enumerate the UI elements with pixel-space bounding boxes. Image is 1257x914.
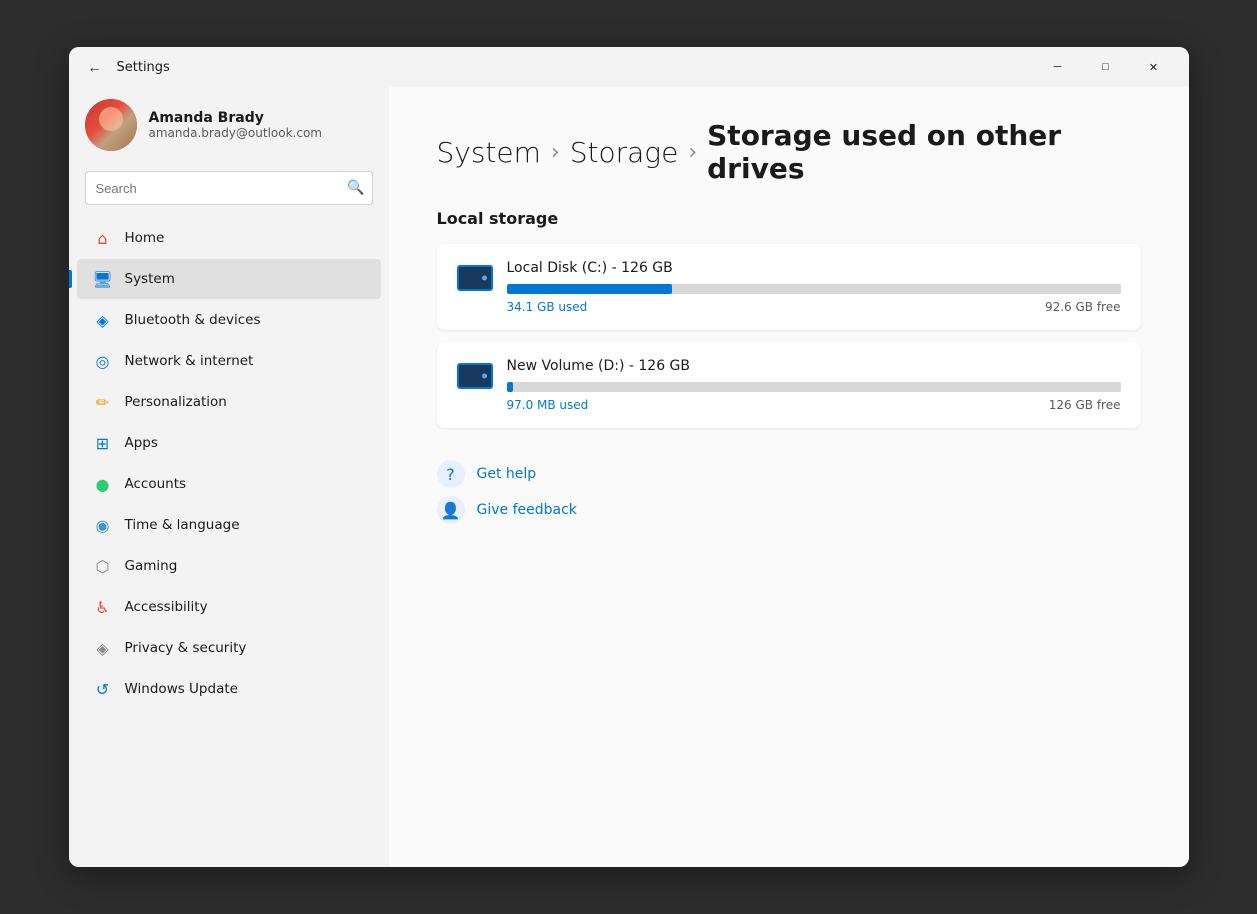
give-feedback-link[interactable]: 👤 Give feedback: [437, 496, 1141, 524]
title-bar-left: ← Settings: [81, 53, 1035, 81]
breadcrumb-sep-1: ›: [551, 140, 560, 165]
drive-used-0: 34.1 GB used: [507, 300, 588, 314]
sidebar-label-accessibility: Accessibility: [125, 599, 208, 615]
sidebar: Amanda Brady amanda.brady@outlook.com 🔍 …: [69, 87, 389, 867]
sidebar-label-personalization: Personalization: [125, 394, 227, 410]
sidebar-label-home: Home: [125, 230, 165, 246]
drive-used-1: 97.0 MB used: [507, 398, 589, 412]
search-input[interactable]: [85, 171, 373, 205]
give-feedback-icon: 👤: [437, 496, 465, 524]
sidebar-item-gaming[interactable]: ⬡ Gaming: [77, 546, 381, 586]
sidebar-item-network[interactable]: ◎ Network & internet: [77, 341, 381, 381]
user-name: Amanda Brady: [149, 110, 322, 126]
sidebar-item-apps[interactable]: ⊞ Apps: [77, 423, 381, 463]
get-help-icon: ?: [437, 460, 465, 488]
personalization-icon: ✏: [93, 392, 113, 412]
hdd-graphic-1: [457, 363, 493, 389]
get-help-label: Get help: [477, 466, 537, 482]
drive-icon-1: [457, 358, 493, 394]
drive-info-0: Local Disk (C:) - 126 GB 34.1 GB used 92…: [507, 260, 1121, 314]
update-icon: ↺: [93, 679, 113, 699]
sidebar-label-accounts: Accounts: [125, 476, 187, 492]
network-icon: ◎: [93, 351, 113, 371]
sidebar-label-privacy: Privacy & security: [125, 640, 247, 656]
maximize-button[interactable]: □: [1083, 51, 1129, 83]
breadcrumb-system: System: [437, 136, 541, 169]
system-icon: 🖥: [93, 269, 113, 289]
close-button[interactable]: ✕: [1131, 51, 1177, 83]
breadcrumb-sep-2: ›: [688, 140, 697, 165]
breadcrumb-storage: Storage: [570, 136, 679, 169]
sidebar-label-apps: Apps: [125, 435, 158, 451]
accessibility-icon: ♿: [93, 597, 113, 617]
window-title: Settings: [117, 60, 170, 75]
time-icon: ◉: [93, 515, 113, 535]
drive-free-0: 92.6 GB free: [1045, 300, 1121, 314]
user-email: amanda.brady@outlook.com: [149, 126, 322, 140]
settings-window: ← Settings ─ □ ✕ Amanda Brady amanda.bra…: [69, 47, 1189, 867]
sidebar-item-time[interactable]: ◉ Time & language: [77, 505, 381, 545]
drive-name-1: New Volume (D:) - 126 GB: [507, 358, 1121, 374]
privacy-icon: ◈: [93, 638, 113, 658]
gaming-icon: ⬡: [93, 556, 113, 576]
sidebar-item-privacy[interactable]: ◈ Privacy & security: [77, 628, 381, 668]
breadcrumb-current: Storage used on other drives: [707, 119, 1140, 185]
get-help-link[interactable]: ? Get help: [437, 460, 1141, 488]
avatar-image: [85, 99, 137, 151]
drive-stats-1: 97.0 MB used 126 GB free: [507, 398, 1121, 412]
sidebar-item-personalization[interactable]: ✏ Personalization: [77, 382, 381, 422]
breadcrumb: System › Storage › Storage used on other…: [437, 119, 1141, 185]
drive-free-1: 126 GB free: [1049, 398, 1121, 412]
drive-bar-wrap-1: [507, 382, 1121, 392]
help-section: ? Get help 👤 Give feedback: [437, 460, 1141, 524]
drive-info-1: New Volume (D:) - 126 GB 97.0 MB used 12…: [507, 358, 1121, 412]
drives-list: Local Disk (C:) - 126 GB 34.1 GB used 92…: [437, 244, 1141, 428]
drive-name-0: Local Disk (C:) - 126 GB: [507, 260, 1121, 276]
sidebar-label-bluetooth: Bluetooth & devices: [125, 312, 261, 328]
sidebar-item-bluetooth[interactable]: ◈ Bluetooth & devices: [77, 300, 381, 340]
sidebar-item-update[interactable]: ↺ Windows Update: [77, 669, 381, 709]
drive-bar-wrap-0: [507, 284, 1121, 294]
minimize-button[interactable]: ─: [1035, 51, 1081, 83]
back-button[interactable]: ←: [81, 53, 109, 81]
nav-list: ⌂ Home 🖥 System ◈ Bluetooth & devices ◎ …: [69, 217, 389, 710]
drive-stats-0: 34.1 GB used 92.6 GB free: [507, 300, 1121, 314]
window-controls: ─ □ ✕: [1035, 51, 1177, 83]
hdd-graphic-0: [457, 265, 493, 291]
drive-card-1[interactable]: New Volume (D:) - 126 GB 97.0 MB used 12…: [437, 342, 1141, 428]
user-info: Amanda Brady amanda.brady@outlook.com: [149, 110, 322, 140]
title-bar: ← Settings ─ □ ✕: [69, 47, 1189, 87]
sidebar-item-home[interactable]: ⌂ Home: [77, 218, 381, 258]
drive-card-0[interactable]: Local Disk (C:) - 126 GB 34.1 GB used 92…: [437, 244, 1141, 330]
sidebar-label-network: Network & internet: [125, 353, 254, 369]
sidebar-label-update: Windows Update: [125, 681, 238, 697]
sidebar-label-time: Time & language: [125, 517, 240, 533]
section-title: Local storage: [437, 209, 1141, 228]
avatar: [85, 99, 137, 151]
sidebar-item-accessibility[interactable]: ♿ Accessibility: [77, 587, 381, 627]
give-feedback-label: Give feedback: [477, 502, 577, 518]
sidebar-label-system: System: [125, 271, 175, 287]
bluetooth-icon: ◈: [93, 310, 113, 330]
apps-icon: ⊞: [93, 433, 113, 453]
drive-icon-0: [457, 260, 493, 296]
drive-bar-fill-0: [507, 284, 673, 294]
content-area: Amanda Brady amanda.brady@outlook.com 🔍 …: [69, 87, 1189, 867]
sidebar-item-accounts[interactable]: ● Accounts: [77, 464, 381, 504]
accounts-icon: ●: [93, 474, 113, 494]
main-content: System › Storage › Storage used on other…: [389, 87, 1189, 867]
home-icon: ⌂: [93, 228, 113, 248]
sidebar-label-gaming: Gaming: [125, 558, 178, 574]
drive-bar-fill-1: [507, 382, 513, 392]
sidebar-item-system[interactable]: 🖥 System: [77, 259, 381, 299]
search-box: 🔍: [85, 171, 373, 205]
user-profile: Amanda Brady amanda.brady@outlook.com: [69, 87, 389, 171]
